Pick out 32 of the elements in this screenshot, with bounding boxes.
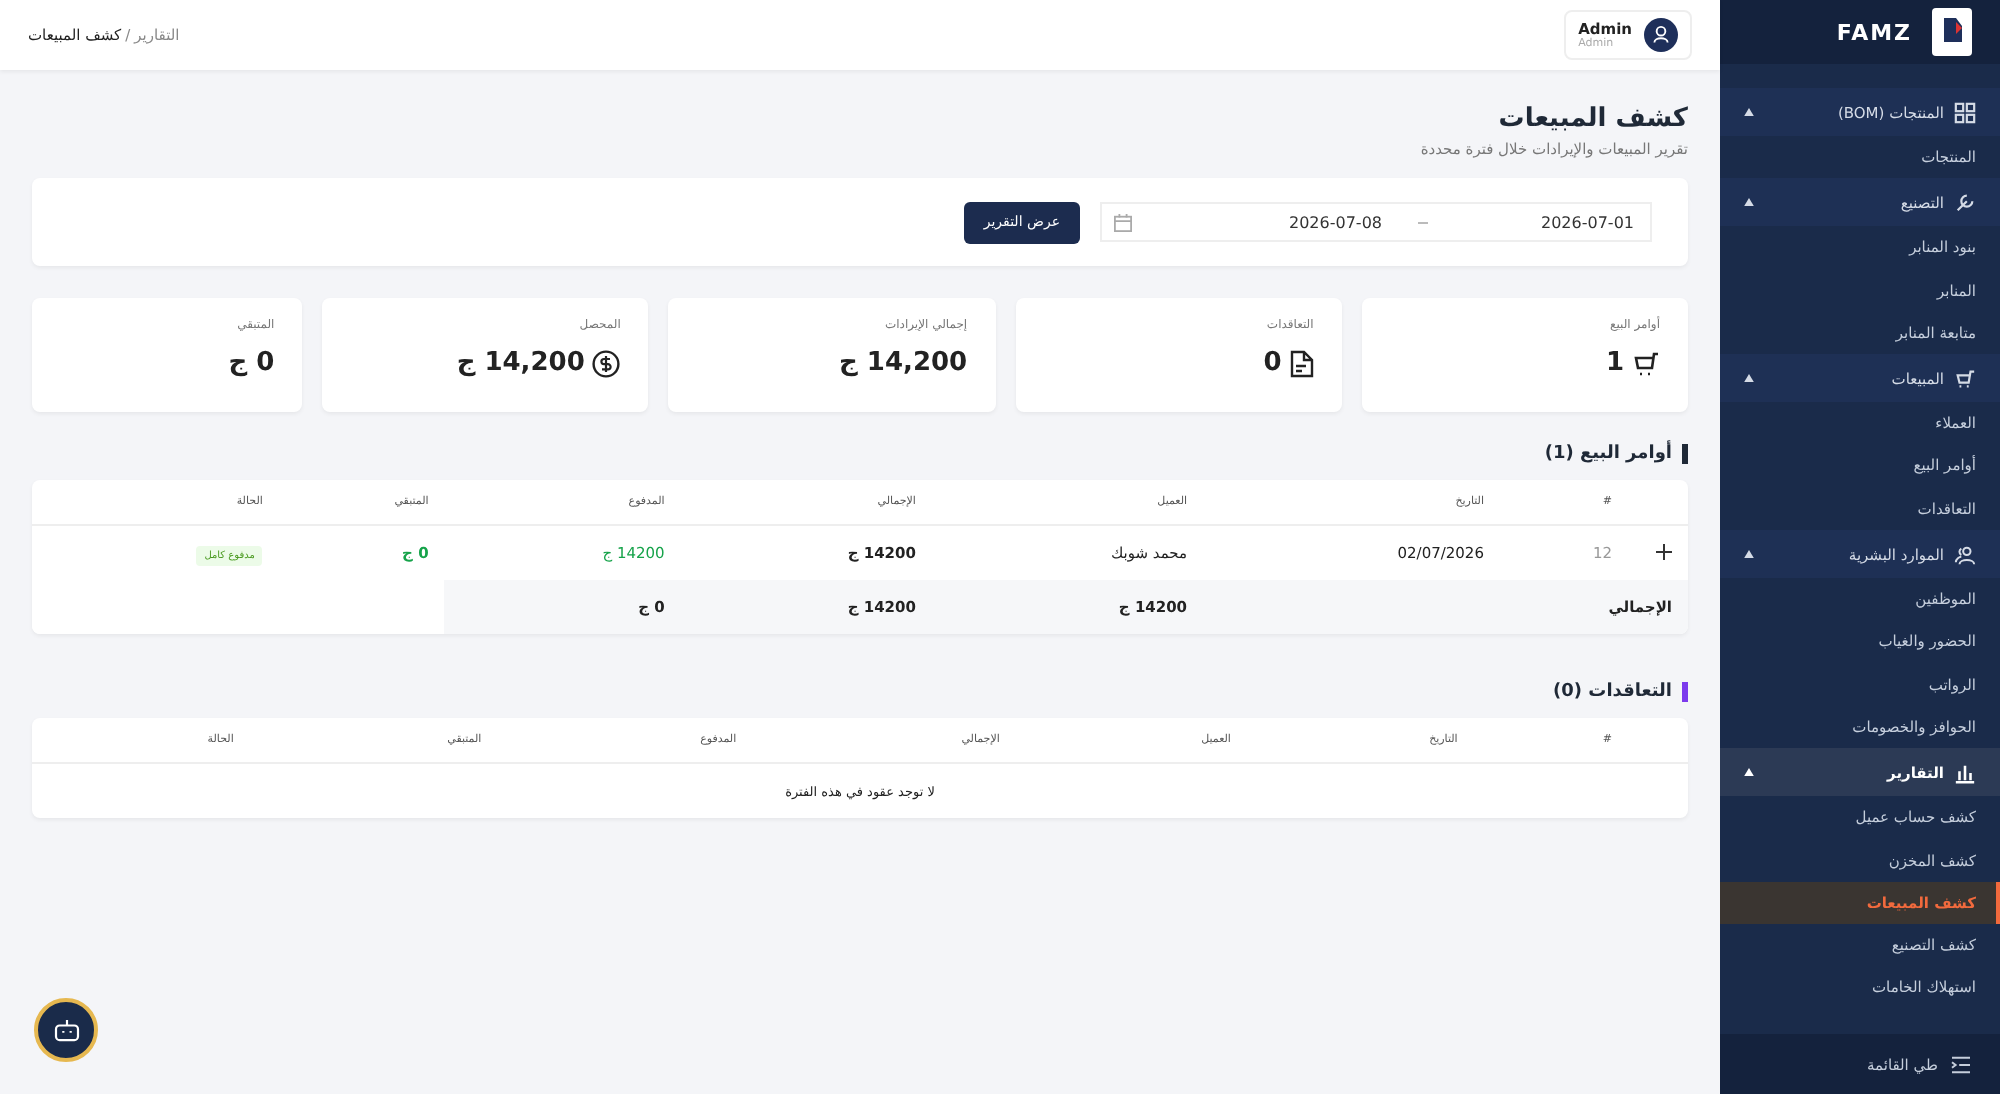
brand-name: FAMZ <box>1836 19 1912 45</box>
stat-value: 14,200 ج <box>456 348 585 378</box>
caret-icon <box>1744 550 1754 559</box>
caret-icon <box>1744 374 1754 383</box>
calendar-icon <box>1114 213 1132 231</box>
page-title: كشف المبيعات <box>1496 104 1688 134</box>
caret-icon <box>1744 198 1754 207</box>
cart-icon <box>1954 367 1976 390</box>
grid-icon <box>1954 101 1976 123</box>
people-icon <box>1954 543 1976 566</box>
start-date-field[interactable]: 2026-07-01 <box>1452 202 1652 242</box>
caret-icon <box>1744 768 1754 777</box>
caret-icon <box>1744 108 1754 116</box>
assistant-button[interactable] <box>34 998 98 1062</box>
logo-icon <box>1932 8 1972 56</box>
avatar-icon <box>1644 18 1678 52</box>
dollar-icon <box>592 349 621 377</box>
document-icon <box>1289 349 1314 377</box>
stat-value: 1 <box>1605 348 1624 378</box>
expand-row-icon[interactable] <box>1656 543 1672 559</box>
bar-chart-icon <box>1954 761 1976 784</box>
section-title: التعاقدات (0) <box>32 682 1688 702</box>
stat-value: 0 <box>1263 348 1282 378</box>
section-title: أوامر البيع (1) <box>32 444 1688 464</box>
cart-icon <box>1632 349 1660 377</box>
menu-icon <box>1950 1055 1972 1073</box>
end-date-field[interactable]: 2026-07-08 <box>1254 202 1394 242</box>
stat-value: 14,200 ج <box>839 348 968 378</box>
wrench-icon <box>1954 191 1976 214</box>
robot-icon <box>53 1019 79 1041</box>
range-dash <box>1394 202 1452 242</box>
stat-value: 0 ج <box>228 348 275 378</box>
